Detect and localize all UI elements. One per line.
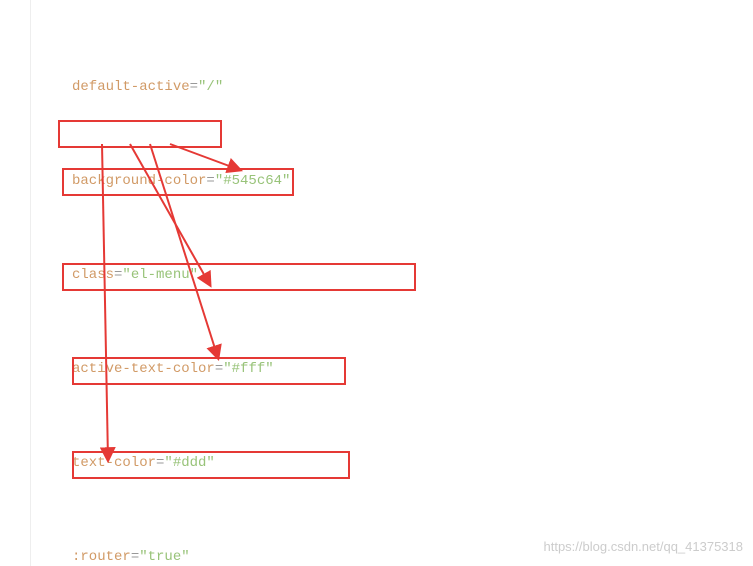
attr-value: "#545c64"	[215, 173, 291, 189]
attr-value: "#ddd"	[164, 455, 214, 471]
source-code: default-active="/" background-color="#54…	[48, 5, 748, 566]
code-screenshot: default-active="/" background-color="#54…	[0, 0, 753, 566]
attr-name: default-active	[72, 79, 190, 95]
code-line: class="el-menu"	[48, 264, 748, 288]
attr-name: active-text-color	[72, 361, 215, 377]
code-line: default-active="/"	[48, 76, 748, 100]
attr-name: text-color	[72, 455, 156, 471]
fold-gutter	[40, 0, 46, 566]
code-line: text-color="#ddd"	[48, 452, 748, 476]
attr-value: "true"	[139, 549, 189, 565]
attr-name: :router	[72, 549, 131, 565]
attr-value: "#fff"	[223, 361, 273, 377]
attr-value: "el-menu"	[122, 267, 198, 283]
line-gutter	[0, 0, 31, 566]
code-line: :router="true"	[48, 546, 748, 566]
attr-name: class	[72, 267, 114, 283]
attr-value: "/"	[198, 79, 223, 95]
code-line: background-color="#545c64"	[48, 170, 748, 194]
attr-name: background-color	[72, 173, 206, 189]
code-line: active-text-color="#fff"	[48, 358, 748, 382]
